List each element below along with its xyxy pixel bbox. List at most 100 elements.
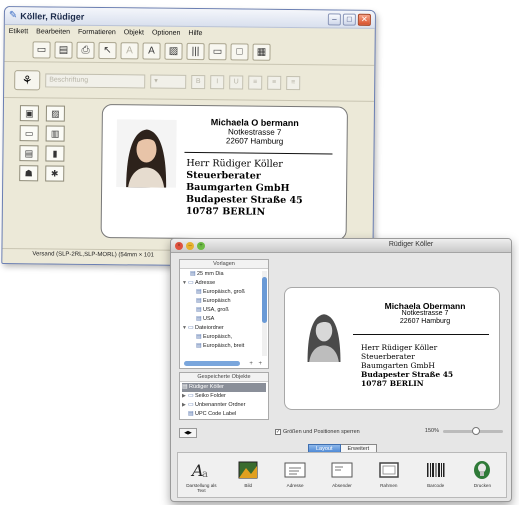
panel-buttons[interactable]: + +: [249, 361, 264, 367]
align-center-button[interactable]: ≡: [267, 75, 282, 90]
menu-hilfe[interactable]: Hilfe: [188, 30, 202, 37]
font-select[interactable]: Beschriftung: [45, 72, 146, 88]
address-button[interactable]: Adresse: [278, 459, 312, 488]
saved-item[interactable]: ▶ ▭ Seiko Folder: [182, 392, 266, 401]
sender-city: 22607 Hamburg: [399, 318, 451, 325]
sender-block: Michaela Obermann Notkestrasse 7 22607 H…: [355, 302, 495, 326]
image-icon[interactable]: ▨: [164, 42, 183, 60]
underline-button[interactable]: U: [229, 74, 244, 90]
tree-item[interactable]: ▤ Europäisch: [182, 297, 266, 306]
tree-item[interactable]: ▼ ▭ Dateiordner: [182, 324, 266, 333]
grid-icon[interactable]: ▦: [252, 43, 271, 61]
scroll-thumb[interactable]: [262, 277, 267, 323]
print-icon: [465, 459, 499, 481]
wizard-icon[interactable]: ⚘: [14, 69, 41, 90]
format-toolbar: ⚘ Beschriftung ▾ B I U ≡ ≡ ≡: [4, 62, 375, 102]
label-icon: ▤: [196, 343, 202, 349]
folder-icon: ▭: [188, 402, 194, 408]
text-style-icon: Aa: [184, 459, 218, 481]
label-icon: ▤: [188, 411, 194, 417]
recipient-block: Herr Rüdiger Köller Steuerberater Baumga…: [186, 158, 303, 219]
align-right-button[interactable]: ≡: [286, 75, 301, 90]
sender-icon: [325, 459, 359, 481]
menu-etikett[interactable]: Etikett: [9, 28, 29, 35]
saved-objects-list: ▤ Rüdiger Köller ▶ ▭ Seiko Folder ▶ ▭ Unbenan…: [180, 382, 268, 420]
text-tool-icon[interactable]: A: [120, 42, 139, 60]
recipient-line: Herr Rüdiger Köller: [361, 343, 438, 352]
horizontal-scrollbar[interactable]: [184, 361, 240, 366]
print-button[interactable]: Drucken: [465, 459, 499, 488]
barcode-icon[interactable]: |||: [186, 42, 205, 61]
maximize-button[interactable]: □: [342, 13, 356, 26]
menu-optionen[interactable]: Optionen: [152, 30, 180, 37]
barcode-icon[interactable]: ▥: [45, 125, 65, 142]
zoom-slider[interactable]: [443, 426, 503, 435]
close-button[interactable]: ✕: [357, 13, 371, 26]
saved-item[interactable]: ▶ ▭ Unbenannter Ordner: [182, 401, 266, 410]
recipient-line: Baumgarten GmbH: [361, 361, 435, 370]
saved-item-selected[interactable]: ▤ Rüdiger Köller: [182, 383, 266, 392]
pointer-icon[interactable]: ↖: [98, 41, 117, 60]
frame-icon[interactable]: □: [230, 43, 249, 61]
zoom-slider-knob[interactable]: [472, 426, 480, 435]
svg-text:a: a: [202, 469, 208, 480]
frame-button[interactable]: Rahmen: [372, 459, 406, 488]
image-icon[interactable]: ▨: [45, 105, 65, 122]
bold-button[interactable]: B: [191, 74, 206, 89]
text-style-button[interactable]: Aa Darstellung als Text: [184, 459, 218, 493]
object-toolbar: Aa Darstellung als Text Bild Adresse Abs…: [177, 452, 507, 498]
label-icon: ▤: [196, 316, 202, 322]
italic-button[interactable]: I: [210, 74, 225, 89]
divider-line: [184, 151, 333, 155]
text-icon[interactable]: ▮: [45, 145, 65, 162]
lock-checkbox[interactable]: ✓: [275, 429, 281, 435]
photo-icon[interactable]: ▤: [19, 145, 39, 162]
minimize-button[interactable]: –: [327, 12, 341, 26]
menu-objekt[interactable]: Objekt: [124, 29, 144, 36]
recipient-line: Budapester Straße 45: [361, 370, 454, 379]
star-icon[interactable]: ✱: [45, 165, 65, 182]
rotate-arrows-icon[interactable]: ◀▶: [179, 428, 197, 438]
tree-item[interactable]: ▼ ▭ Adresse: [182, 279, 266, 288]
size-select[interactable]: ▾: [150, 74, 187, 89]
tree-item[interactable]: ▤ USA, groß: [182, 306, 266, 315]
label-icon: ▤: [182, 384, 188, 390]
tree-item[interactable]: ▤ Europäisch, groß: [182, 288, 266, 297]
frame-icon[interactable]: ▭: [19, 125, 39, 142]
front-window-titlebar[interactable]: × – + Rüdiger Köller: [171, 239, 511, 253]
frame-icon: [372, 459, 406, 481]
folder-icon: ▭: [188, 325, 194, 331]
folder-icon: ▭: [188, 280, 194, 286]
tree-item[interactable]: ▤ Europäisch, breit: [182, 342, 266, 351]
menu-bearbeiten[interactable]: Bearbeiten: [36, 28, 70, 35]
label-icon: ▤: [196, 298, 202, 304]
back-label-preview[interactable]: Michaela O bermann Notkestrasse 7 22607 …: [100, 104, 348, 241]
tree-item[interactable]: ▤ Europäisch,: [182, 333, 266, 342]
label-icon: ▤: [196, 307, 202, 313]
address-icon[interactable]: ▭: [208, 43, 227, 61]
tree-item[interactable]: ▤ USA: [182, 315, 266, 324]
templates-panel: Vorlagen ▤ 25 mm Dia ▼ ▭ Adresse ▤ Europäisc…: [179, 259, 269, 369]
print-icon[interactable]: ⎙: [76, 41, 95, 59]
sender-city: 22607 Hamburg: [225, 136, 284, 146]
sender-button[interactable]: Absender: [325, 459, 359, 488]
tree-item[interactable]: ▤ 25 mm Dia: [182, 270, 266, 279]
vertical-scrollbar[interactable]: [262, 271, 267, 356]
text-style-icon[interactable]: A: [142, 42, 161, 60]
lock-option[interactable]: ✓ Größen und Positionen sperren: [275, 429, 360, 435]
label-icon: ▤: [196, 334, 202, 340]
front-label-preview[interactable]: Michaela Obermann Notkestrasse 7 22607 H…: [284, 287, 500, 410]
stamp-icon[interactable]: ☗: [19, 165, 39, 182]
label-icon: ▤: [196, 289, 202, 295]
align-left-button[interactable]: ≡: [248, 75, 263, 90]
image-button[interactable]: Bild: [231, 459, 265, 488]
back-window-title: Köller, Rüdiger: [20, 10, 85, 22]
zoom-control: 150%: [425, 426, 503, 435]
saved-item[interactable]: ▤ UPC Code Label: [182, 410, 266, 419]
address-icon[interactable]: ▣: [19, 105, 39, 122]
barcode-button[interactable]: Barcode: [419, 459, 453, 488]
sender-block: Michaela O bermann Notkestrasse 7 22607 …: [195, 117, 315, 146]
menu-formatieren[interactable]: Formatieren: [78, 29, 116, 36]
open-icon[interactable]: ▤: [54, 41, 73, 59]
label-icon[interactable]: ▭: [32, 41, 51, 59]
